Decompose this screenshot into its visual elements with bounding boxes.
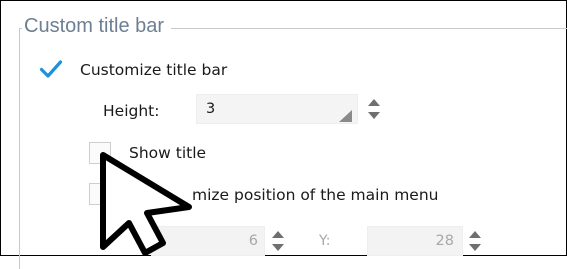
y-position-label: Y:	[319, 233, 331, 249]
y-position-value: 28	[435, 233, 454, 249]
y-position-spinner[interactable]	[468, 228, 482, 254]
height-spinner[interactable]	[367, 96, 381, 122]
height-value: 3	[206, 101, 216, 117]
y-position-input[interactable]: 28	[367, 226, 463, 256]
resize-grip-icon	[339, 110, 352, 122]
height-input[interactable]: 3	[196, 94, 358, 124]
x-position-spinner[interactable]	[271, 228, 285, 254]
x-position-value: 6	[248, 233, 258, 249]
mouse-cursor-icon	[100, 152, 192, 256]
customize-menu-position-label: mize position of the main menu	[192, 186, 439, 204]
checkmark-icon	[39, 60, 63, 78]
settings-panel: Custom title bar Customize title bar Hei…	[0, 0, 567, 269]
group-title: Custom title bar	[22, 12, 172, 40]
customize-title-bar-label: Customize title bar	[80, 61, 228, 79]
height-label: Height:	[103, 102, 160, 120]
customize-title-bar-checkbox[interactable]	[39, 58, 63, 80]
